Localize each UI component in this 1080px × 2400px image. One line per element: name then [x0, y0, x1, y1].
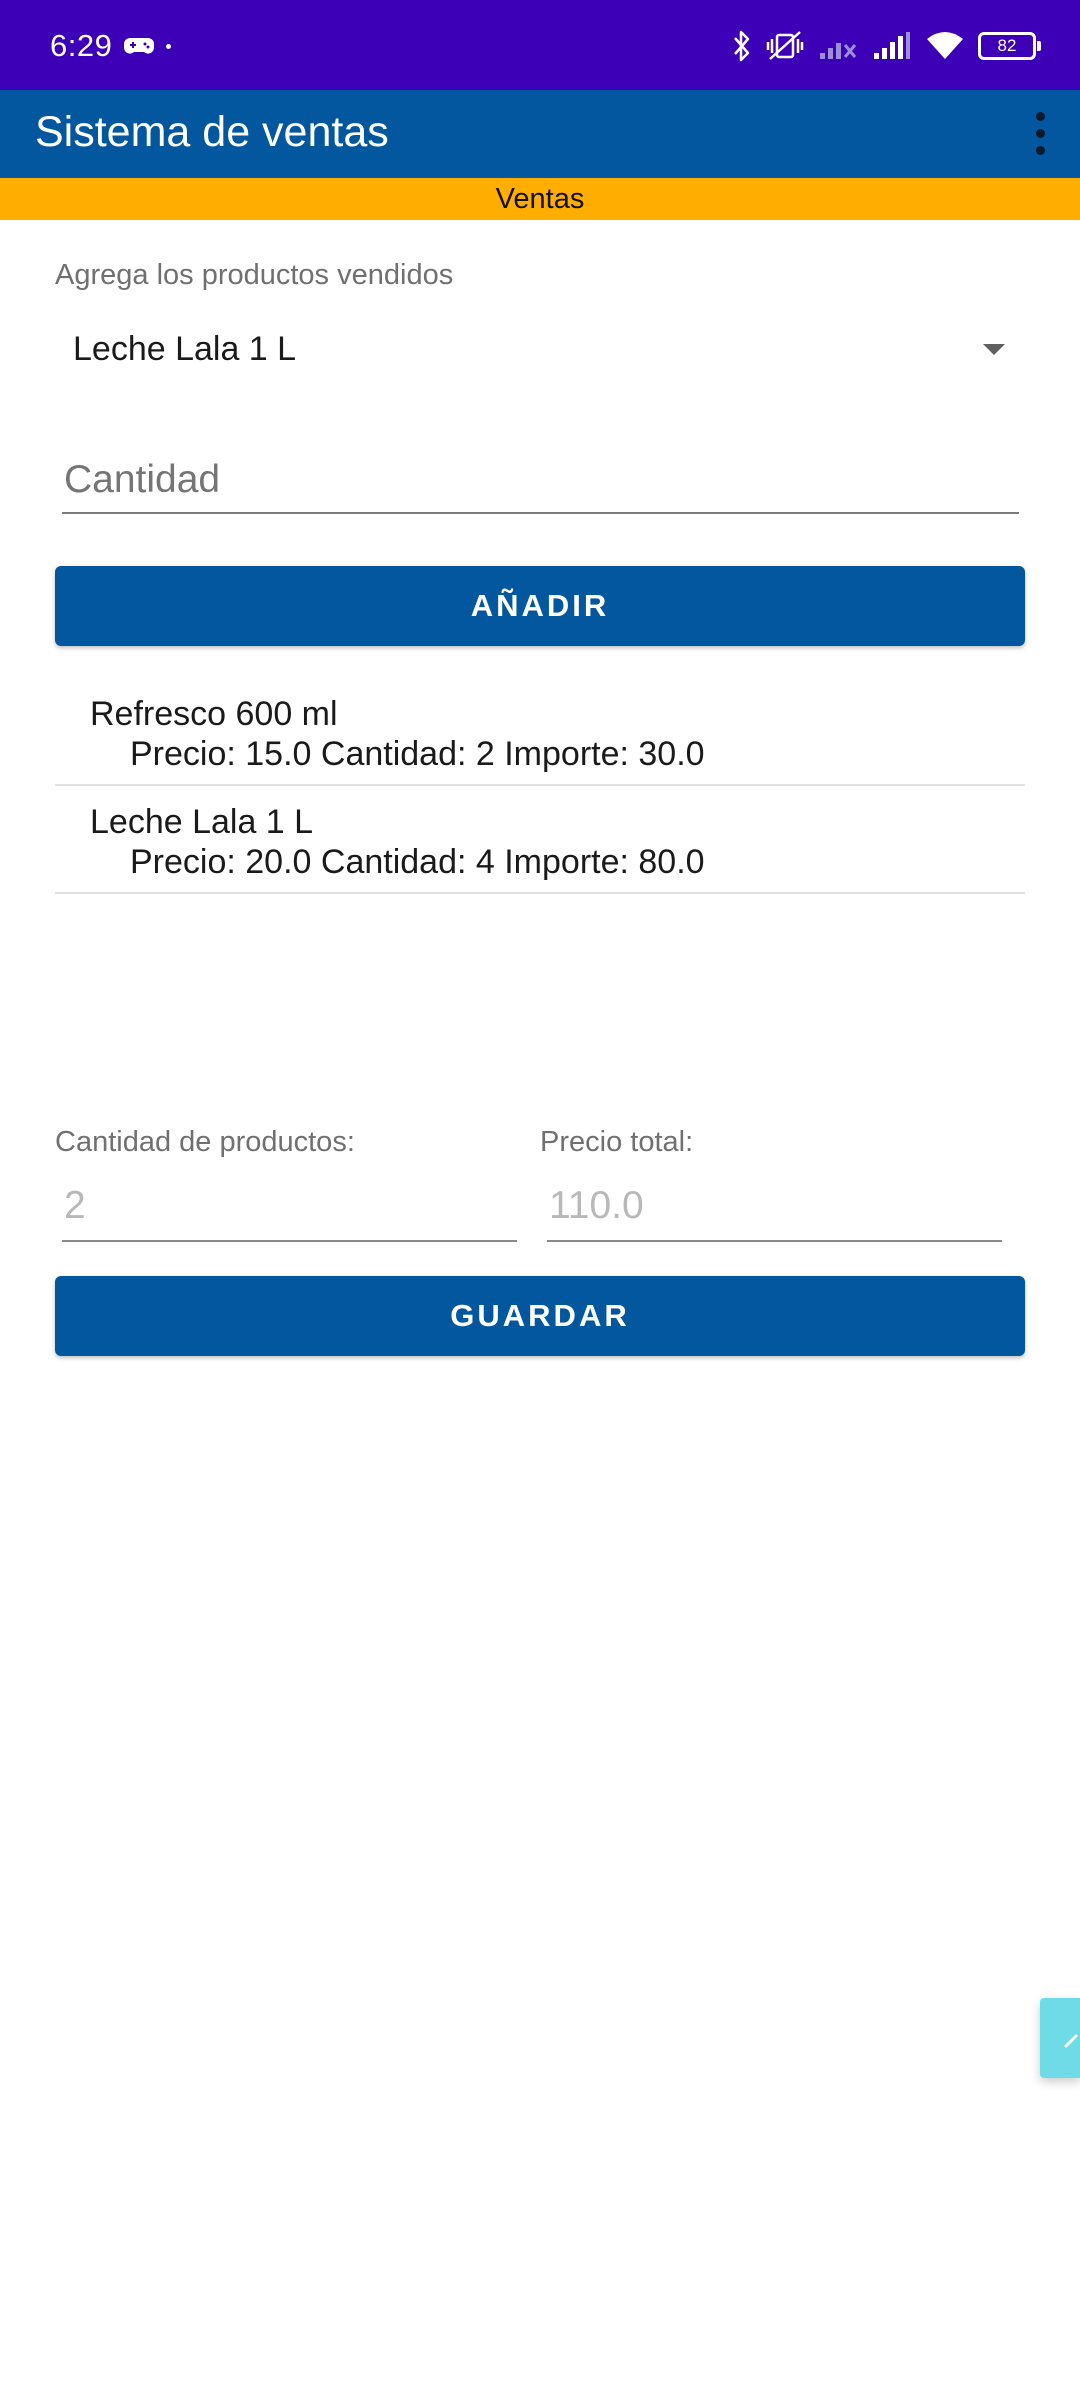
app-bar: Sistema de ventas: [0, 90, 1080, 178]
floating-edge-tab[interactable]: [1040, 1998, 1080, 2078]
total-price-label: Precio total:: [540, 1126, 694, 1158]
battery-icon: 82: [978, 32, 1041, 60]
vibrate-off-icon: [766, 31, 804, 60]
screen: 6:29 82 Sistema de ventas Ventas Agrega …: [0, 0, 1080, 2400]
bluetooth-icon: [734, 30, 750, 62]
total-price-field: 110.0: [547, 1184, 1002, 1242]
pencil-icon: [1064, 2034, 1078, 2048]
item-detail: Precio: 20.0 Cantidad: 4 Importe: 80.0: [130, 843, 705, 881]
item-detail: Precio: 15.0 Cantidad: 2 Importe: 30.0: [130, 735, 705, 773]
wifi-icon: [927, 32, 963, 59]
product-count-label: Cantidad de productos:: [55, 1126, 355, 1158]
item-name: Refresco 600 ml: [90, 695, 338, 733]
save-button[interactable]: GUARDAR: [55, 1276, 1025, 1356]
signal-no-service-icon: [820, 43, 857, 59]
dropdown-arrow-icon: [983, 344, 1005, 355]
product-selected: Leche Lala 1 L: [73, 330, 297, 368]
tab-ventas: Ventas: [0, 178, 1080, 220]
list-item[interactable]: Leche Lala 1 L Precio: 20.0 Cantidad: 4 …: [55, 786, 1025, 894]
status-icons: 82: [732, 28, 1042, 64]
status-time: 6:29: [50, 28, 113, 63]
quantity-input[interactable]: [62, 448, 1019, 514]
gamepad-icon: [124, 38, 154, 54]
tab-label: Ventas: [495, 183, 585, 215]
products-prompt: Agrega los productos vendidos: [55, 259, 454, 291]
product-count-field: 2: [62, 1184, 517, 1242]
sold-products-list: Refresco 600 ml Precio: 15.0 Cantidad: 2…: [55, 678, 1025, 894]
signal-icon: [874, 32, 910, 59]
notification-dot: [166, 44, 171, 49]
add-button[interactable]: AÑADIR: [55, 566, 1025, 646]
app-title: Sistema de ventas: [35, 108, 389, 156]
status-bar: 6:29 82: [0, 0, 1080, 90]
list-item[interactable]: Refresco 600 ml Precio: 15.0 Cantidad: 2…: [55, 678, 1025, 786]
battery-level: 82: [997, 36, 1017, 55]
product-spinner[interactable]: Leche Lala 1 L: [55, 318, 1025, 384]
item-name: Leche Lala 1 L: [90, 803, 314, 841]
more-vert-icon[interactable]: [1030, 112, 1050, 156]
